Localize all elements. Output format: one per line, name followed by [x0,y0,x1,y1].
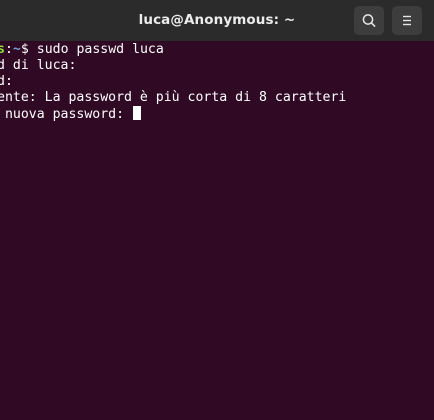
search-button[interactable] [354,6,384,35]
terminal-line: ente: La password è più corta di 8 carat… [0,90,347,105]
prompt-symbol: $ [20,42,37,57]
terminal-output[interactable]: s:~$ sudo passwd luca d di luca: d: ente… [0,41,434,420]
prompt-colon: : [4,42,13,57]
search-icon [362,14,376,27]
terminal-line-command: s:~$ sudo passwd luca [0,42,164,58]
prompt-path: ~ [12,42,21,57]
terminal-line-input: nuova password: [0,106,141,122]
hamburger-menu-icon [403,15,411,26]
command-text: sudo passwd luca [36,42,164,57]
input-prompt-text: nuova password: [0,107,132,122]
window-titlebar[interactable]: luca@Anonymous: ~ [0,0,434,41]
terminal-line: d di luca: [0,58,77,73]
menu-button[interactable] [392,6,422,35]
terminal-line: d: [0,74,13,89]
text-cursor [132,106,141,120]
